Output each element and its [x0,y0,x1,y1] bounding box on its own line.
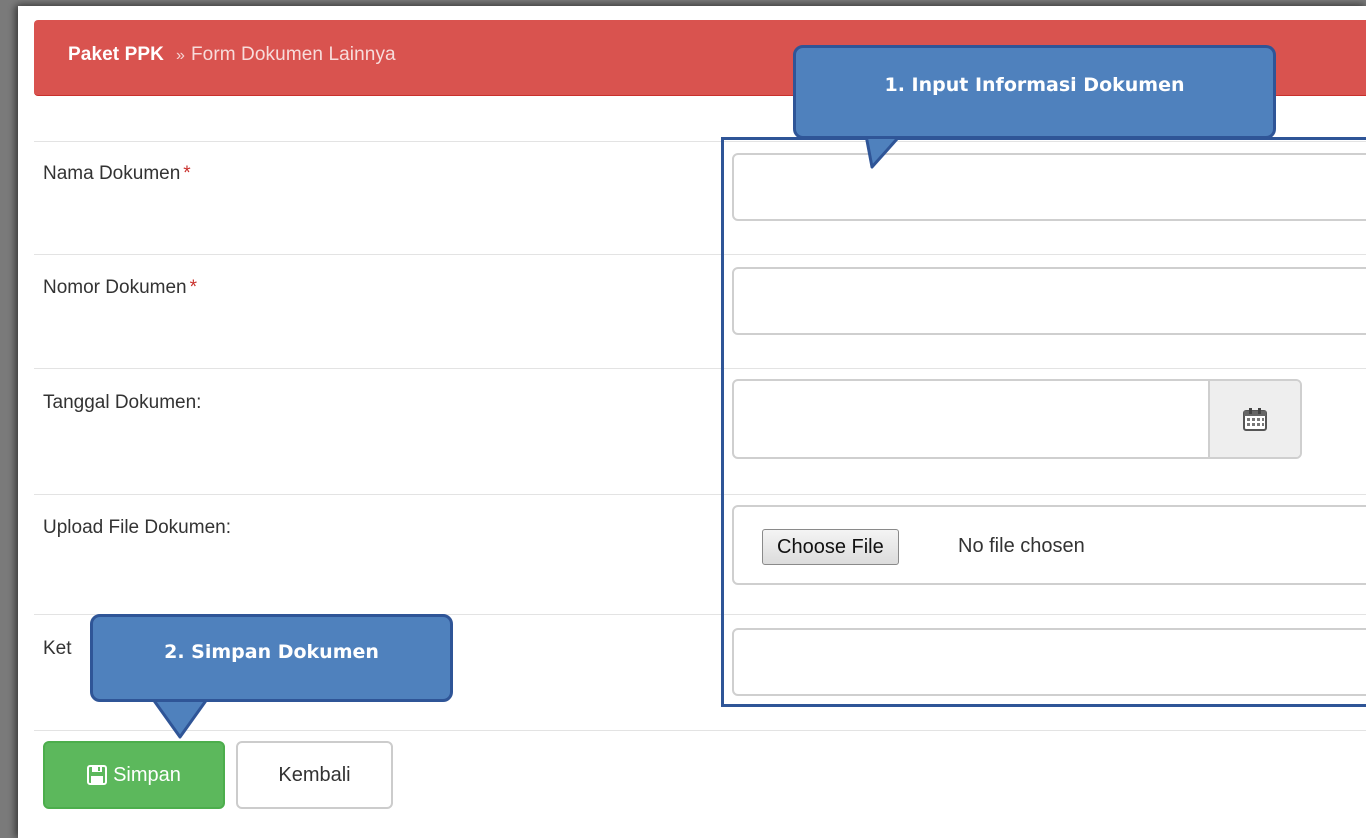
upload-file-label: Upload File Dokumen: [43,517,231,538]
required-marker: * [189,277,198,298]
breadcrumb-root[interactable]: Paket PPK [68,44,164,65]
save-button-label: Simpan [113,763,181,786]
callout-input-info: 1. Input Informasi Dokumen [793,45,1276,139]
choose-file-button[interactable]: Choose File [762,529,899,565]
file-status-text: No file chosen [958,535,1085,557]
nomor-dokumen-input[interactable] [732,267,1366,335]
nomor-dokumen-label-text: Nomor Dokumen [43,277,187,298]
row-divider [34,254,1366,255]
row-divider [34,141,1366,142]
nama-dokumen-input[interactable] [732,153,1366,221]
file-upload-field[interactable]: Choose File No file chosen [732,505,1366,585]
row-divider [34,368,1366,369]
floppy-disk-icon [87,765,108,785]
required-marker: * [183,163,191,184]
breadcrumb: Paket PPK » Form Dokumen Lainnya [68,44,396,66]
row-divider [34,730,1366,731]
keterangan-input[interactable] [732,628,1366,696]
keterangan-label: Ket [43,638,72,659]
tanggal-dokumen-input[interactable] [732,379,1302,459]
calendar-icon [1243,408,1267,431]
tanggal-dokumen-label: Tanggal Dokumen: [43,392,202,413]
row-divider [34,494,1366,495]
breadcrumb-current: Form Dokumen Lainnya [190,44,396,65]
callout-save-document: 2. Simpan Dokumen [90,614,453,702]
breadcrumb-separator: » [175,47,185,64]
save-button[interactable]: Simpan [43,741,225,809]
nama-dokumen-label: Nama Dokumen * [43,163,191,185]
calendar-button[interactable] [1208,381,1300,457]
callout-pointer [148,693,212,739]
back-button[interactable]: Kembali [236,741,393,809]
nomor-dokumen-label: Nomor Dokumen * [43,277,197,299]
nama-dokumen-label-text: Nama Dokumen [43,163,181,184]
